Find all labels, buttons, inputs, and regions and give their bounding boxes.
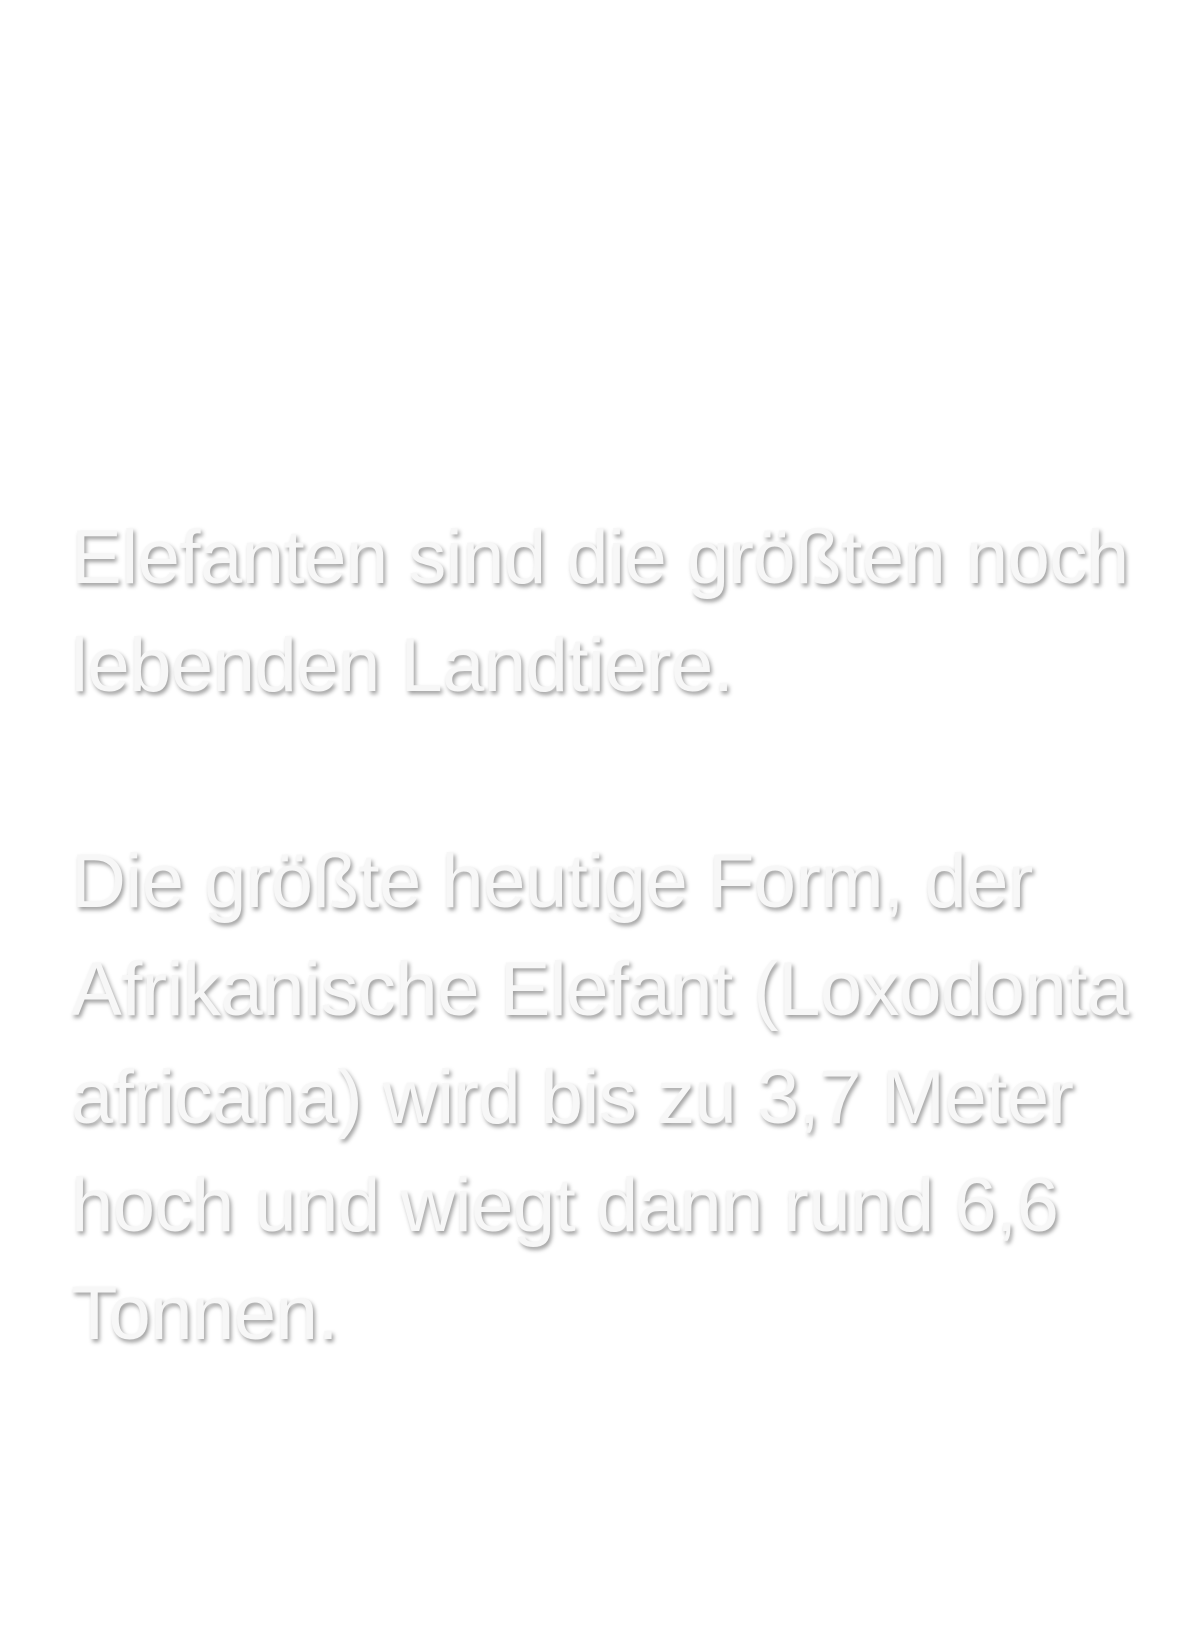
text-line: Die größte heutige Form, der [71,839,1033,924]
text-line: lebenden Landtiere. [71,623,734,708]
paragraph-intro: Elefanten sind die größten noch lebenden… [71,504,1151,720]
text-line: Afrikanische Elefant (Loxodonta [71,947,1129,1032]
screen: Elefanten sind die größten noch lebenden… [0,0,1193,1637]
text-line: africana) wird bis zu 3,7 Meter [71,1055,1074,1140]
text-line: Tonnen. [71,1271,338,1356]
text-line: Elefanten sind die größten noch [71,515,1129,600]
text-content: Elefanten sind die größten noch lebenden… [71,504,1151,1368]
paragraph-details: Die größte heutige Form, der Afrikanisch… [71,828,1151,1368]
text-line: hoch und wiegt dann rund 6,6 [71,1163,1059,1248]
